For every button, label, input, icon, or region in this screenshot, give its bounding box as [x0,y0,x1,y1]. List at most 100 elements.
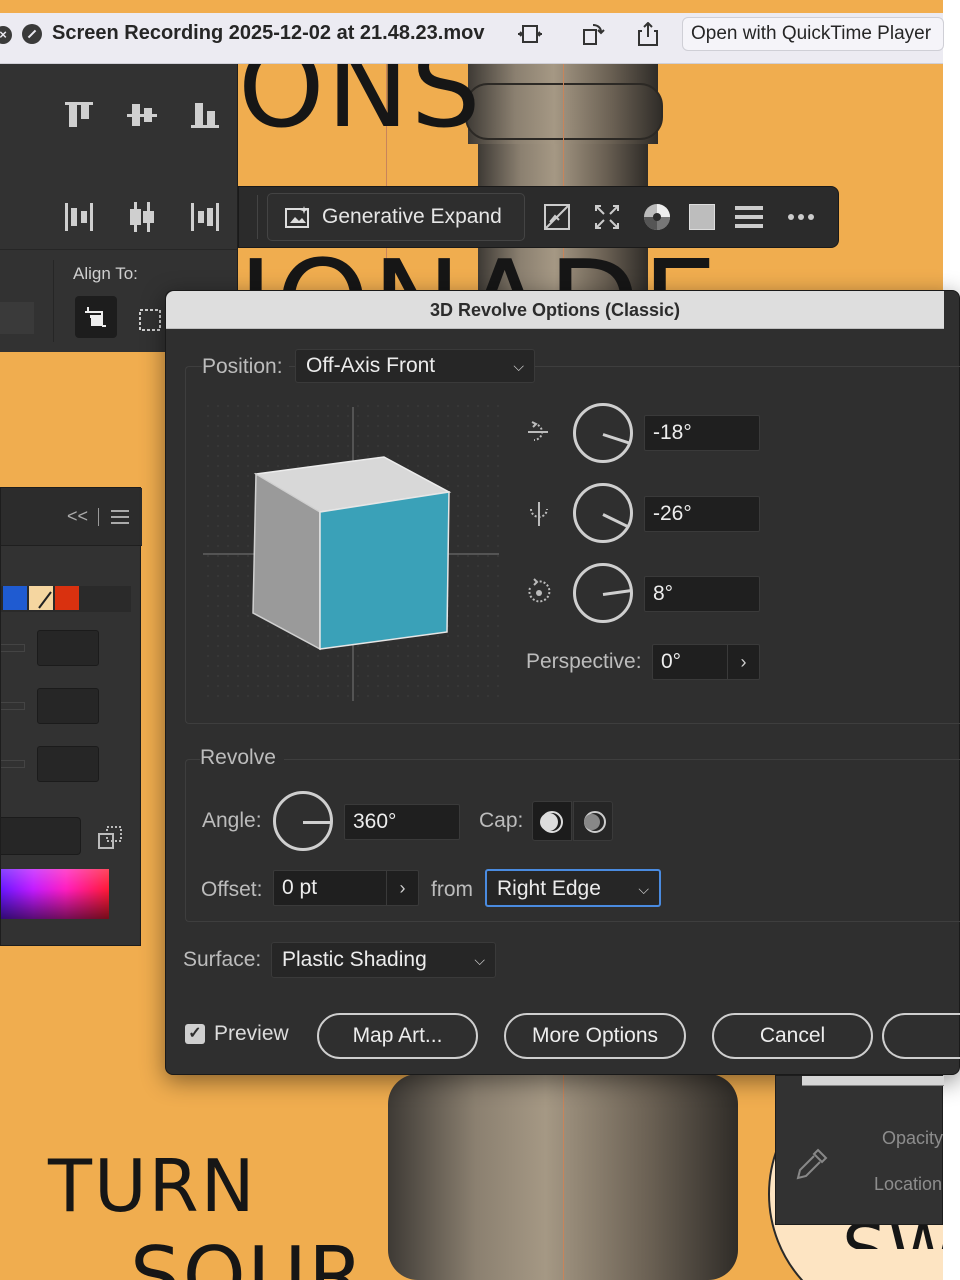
offset-field[interactable]: 0 pt › [273,870,419,906]
angle-dial[interactable] [273,791,333,851]
rotate-z-axis-icon [528,578,551,603]
cap-off-button[interactable] [573,801,613,841]
rotate-icon[interactable] [579,22,607,46]
generative-expand-button[interactable]: Generative Expand [267,193,525,241]
generative-expand-icon [285,206,309,228]
color-value-field[interactable] [37,746,99,782]
position-label: Position: [202,355,289,379]
angle-field[interactable]: 360° [344,804,460,840]
share-icon[interactable] [634,22,662,46]
cube-preview[interactable] [203,401,503,701]
surface-label: Surface: [183,948,262,971]
rotate-z-field[interactable]: 8° [644,576,760,612]
swatch-row [1,586,131,612]
swatch-cream[interactable] [29,586,53,610]
color-slider[interactable] [1,760,25,768]
from-dropdown[interactable]: Right Edge ⌵ [485,869,661,907]
chevron-down-icon: ⌵ [638,881,649,897]
from-label: from [431,878,473,901]
distribute-right-icon[interactable] [188,200,222,234]
perspective-field[interactable]: 0° › [652,644,760,680]
preview-label: Preview [214,1022,289,1045]
heading-top-fragment: ONS [238,64,483,152]
offset-label: Offset: [201,878,263,901]
preview-checkbox[interactable]: ✓ [185,1024,205,1044]
chevron-right-icon[interactable]: › [386,871,418,905]
ok-button[interactable] [882,1013,960,1059]
more-icon[interactable] [785,201,817,233]
collapse-icon[interactable]: << [67,506,88,527]
dialog-title: 3D Revolve Options (Classic) [166,291,944,329]
gradient-panel: Opacity Location [775,1075,944,1225]
recolor-icon[interactable] [641,201,673,233]
from-value: Right Edge [497,877,601,900]
perspective-value: 0° [661,650,682,673]
distribute-left-icon[interactable] [62,200,96,234]
perspective-label: Perspective: [526,650,642,673]
map-art-button[interactable]: Map Art... [317,1013,478,1059]
rotate-z-dial[interactable] [573,563,633,623]
taskbar-divider [257,195,258,239]
color-value-field[interactable] [37,688,99,724]
rotate-y-field[interactable]: -26° [644,496,760,532]
position-value: Off-Axis Front [306,354,436,377]
bottom-word-sour: SOUR [130,1230,366,1280]
align-to-selection-button[interactable] [75,296,117,338]
cancel-button[interactable]: Cancel [712,1013,873,1059]
panel-menu-icon[interactable] [111,510,129,524]
color-spectrum[interactable] [1,869,109,919]
location-label: Location [874,1174,943,1194]
contextual-taskbar: Generative Expand [238,186,839,248]
trim-icon[interactable] [516,22,544,46]
none-slash-icon [38,591,52,609]
close-icon[interactable]: × [0,26,12,44]
surface-value: Plastic Shading [282,948,427,971]
rotate-y-dial[interactable] [573,483,633,543]
3d-revolve-dialog: 3D Revolve Options (Classic) Position: O… [165,290,960,1075]
align-to-label: Align To: [73,264,138,283]
swatch-red[interactable] [55,586,79,610]
stop-icon[interactable] [22,24,42,44]
swatch-blue[interactable] [3,586,27,610]
align-to-selection-icon [85,307,106,327]
offset-value: 0 pt [282,876,318,899]
rotate-x-axis-icon [528,421,548,441]
color-panel: << [0,487,142,946]
align-vcenter-icon[interactable] [125,98,159,132]
crop-image-icon[interactable] [541,201,573,233]
cap-on-icon [540,811,563,833]
gradient-slider[interactable] [802,1076,944,1086]
hex-field[interactable] [1,817,81,855]
chevron-down-icon: ⌵ [513,358,524,374]
color-slider[interactable] [1,644,25,652]
open-with-quicktime-button[interactable]: Open with QuickTime Player [682,17,944,51]
quicklook-titlebar: × Screen Recording 2025-12-02 at 21.48.2… [0,13,944,64]
eyedropper-icon[interactable] [794,1146,830,1182]
surface-dropdown[interactable]: Plastic Shading ⌵ [271,942,496,978]
swap-color-icon[interactable] [97,825,123,851]
cube-graphic [203,407,499,701]
panel-divider [0,249,238,250]
chevron-down-icon: ⌵ [474,952,485,968]
generative-expand-label: Generative Expand [322,205,502,228]
stroke-lines-icon[interactable] [733,201,765,233]
color-slider[interactable] [1,702,25,710]
panel-header: << [1,488,142,546]
cap-label: Cap: [479,809,524,832]
rotate-x-dial[interactable] [573,403,633,463]
key-object-field[interactable] [0,302,34,334]
fill-swatch-icon[interactable] [689,204,715,230]
align-to-artboard-icon[interactable] [138,308,162,332]
position-dropdown[interactable]: Off-Axis Front ⌵ [295,349,535,383]
transform-icon[interactable] [591,201,623,233]
opacity-label: Opacity [882,1128,944,1148]
align-bottom-icon[interactable] [188,98,222,132]
more-options-button[interactable]: More Options [504,1013,686,1059]
align-top-icon[interactable] [62,98,96,132]
rotate-x-field[interactable]: -18° [644,415,760,451]
chevron-right-icon[interactable]: › [727,645,759,679]
cap-on-button[interactable] [532,801,572,841]
color-value-field[interactable] [37,630,99,666]
distribute-hcenter-icon[interactable] [125,200,159,234]
bottom-word-turn: TURN [48,1144,257,1228]
